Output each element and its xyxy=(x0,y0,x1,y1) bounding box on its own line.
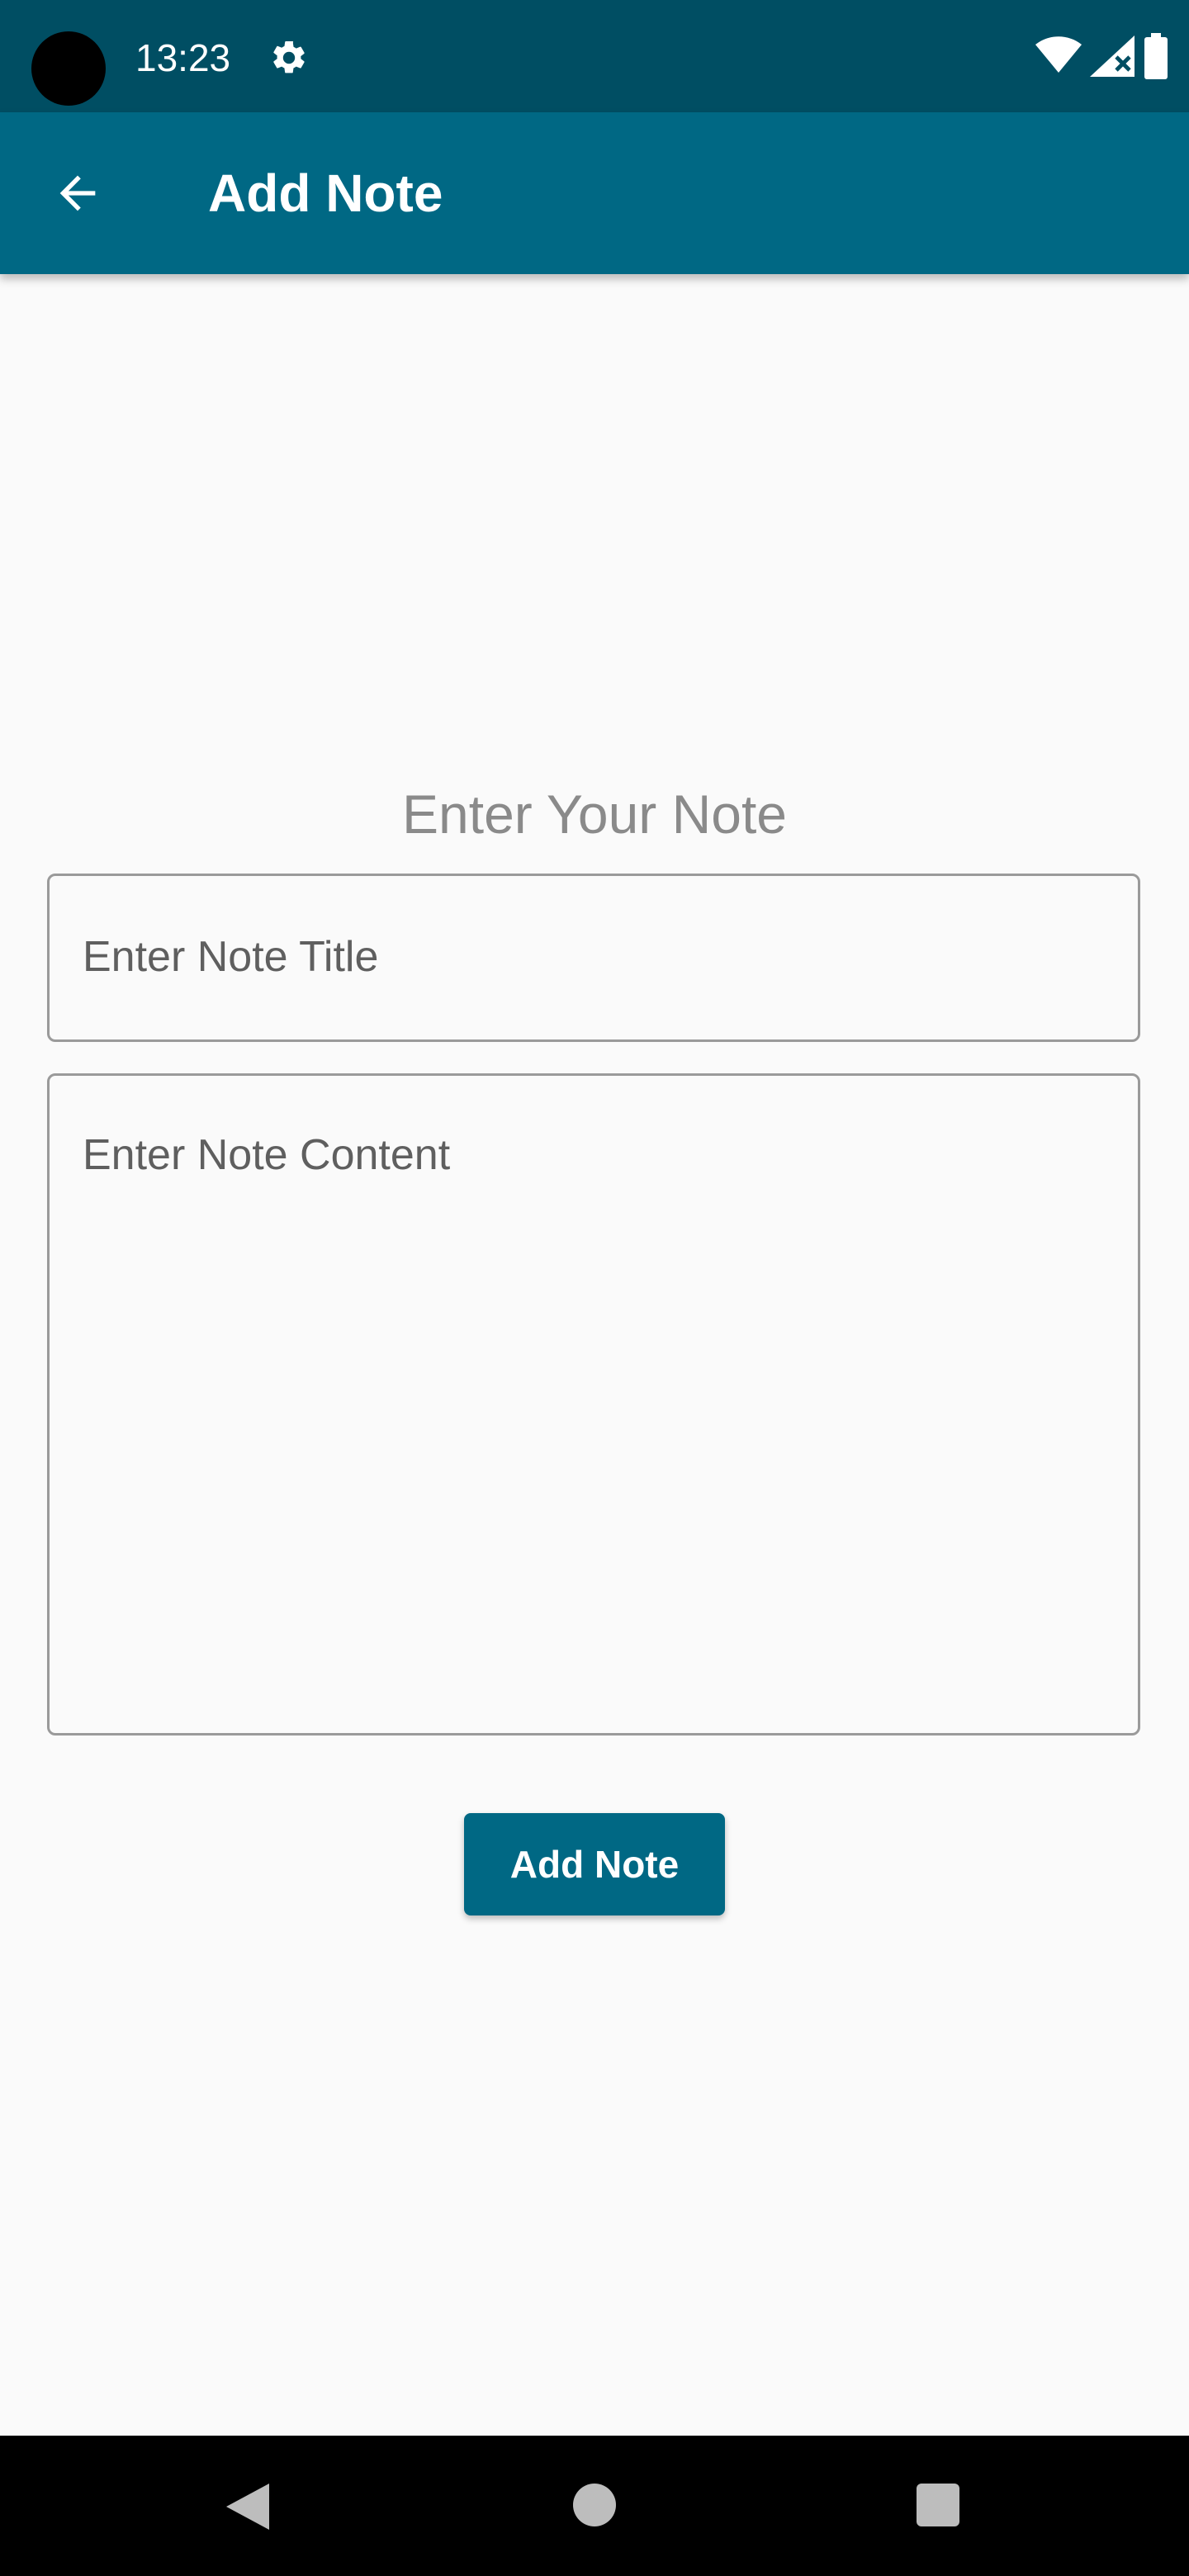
back-triangle-icon[interactable] xyxy=(223,2480,272,2533)
note-content-placeholder: Enter Note Content xyxy=(83,1131,451,1179)
arrow-left-icon[interactable] xyxy=(51,167,104,220)
status-time: 13:23 xyxy=(135,36,231,79)
note-content-input[interactable]: Enter Note Content xyxy=(47,1073,1140,1735)
page-title: Add Note xyxy=(208,163,443,223)
wifi-icon xyxy=(1035,36,1082,73)
battery-icon xyxy=(1144,33,1168,79)
app-bar: Add Note xyxy=(0,112,1189,274)
recents-square-icon[interactable] xyxy=(917,2484,959,2526)
note-title-placeholder: Enter Note Title xyxy=(83,933,379,981)
status-bar: 13:23 xyxy=(0,0,1189,112)
note-title-input[interactable]: Enter Note Title xyxy=(47,874,1140,1042)
signal-icon xyxy=(1090,36,1135,77)
add-note-button[interactable]: Add Note xyxy=(464,1813,725,1915)
gear-icon xyxy=(273,40,305,73)
system-nav-bar xyxy=(0,2436,1189,2576)
camera-cutout xyxy=(31,31,106,106)
form-heading: Enter Your Note xyxy=(402,784,787,845)
status-icons xyxy=(1035,33,1169,79)
home-circle-icon[interactable] xyxy=(573,2484,616,2526)
